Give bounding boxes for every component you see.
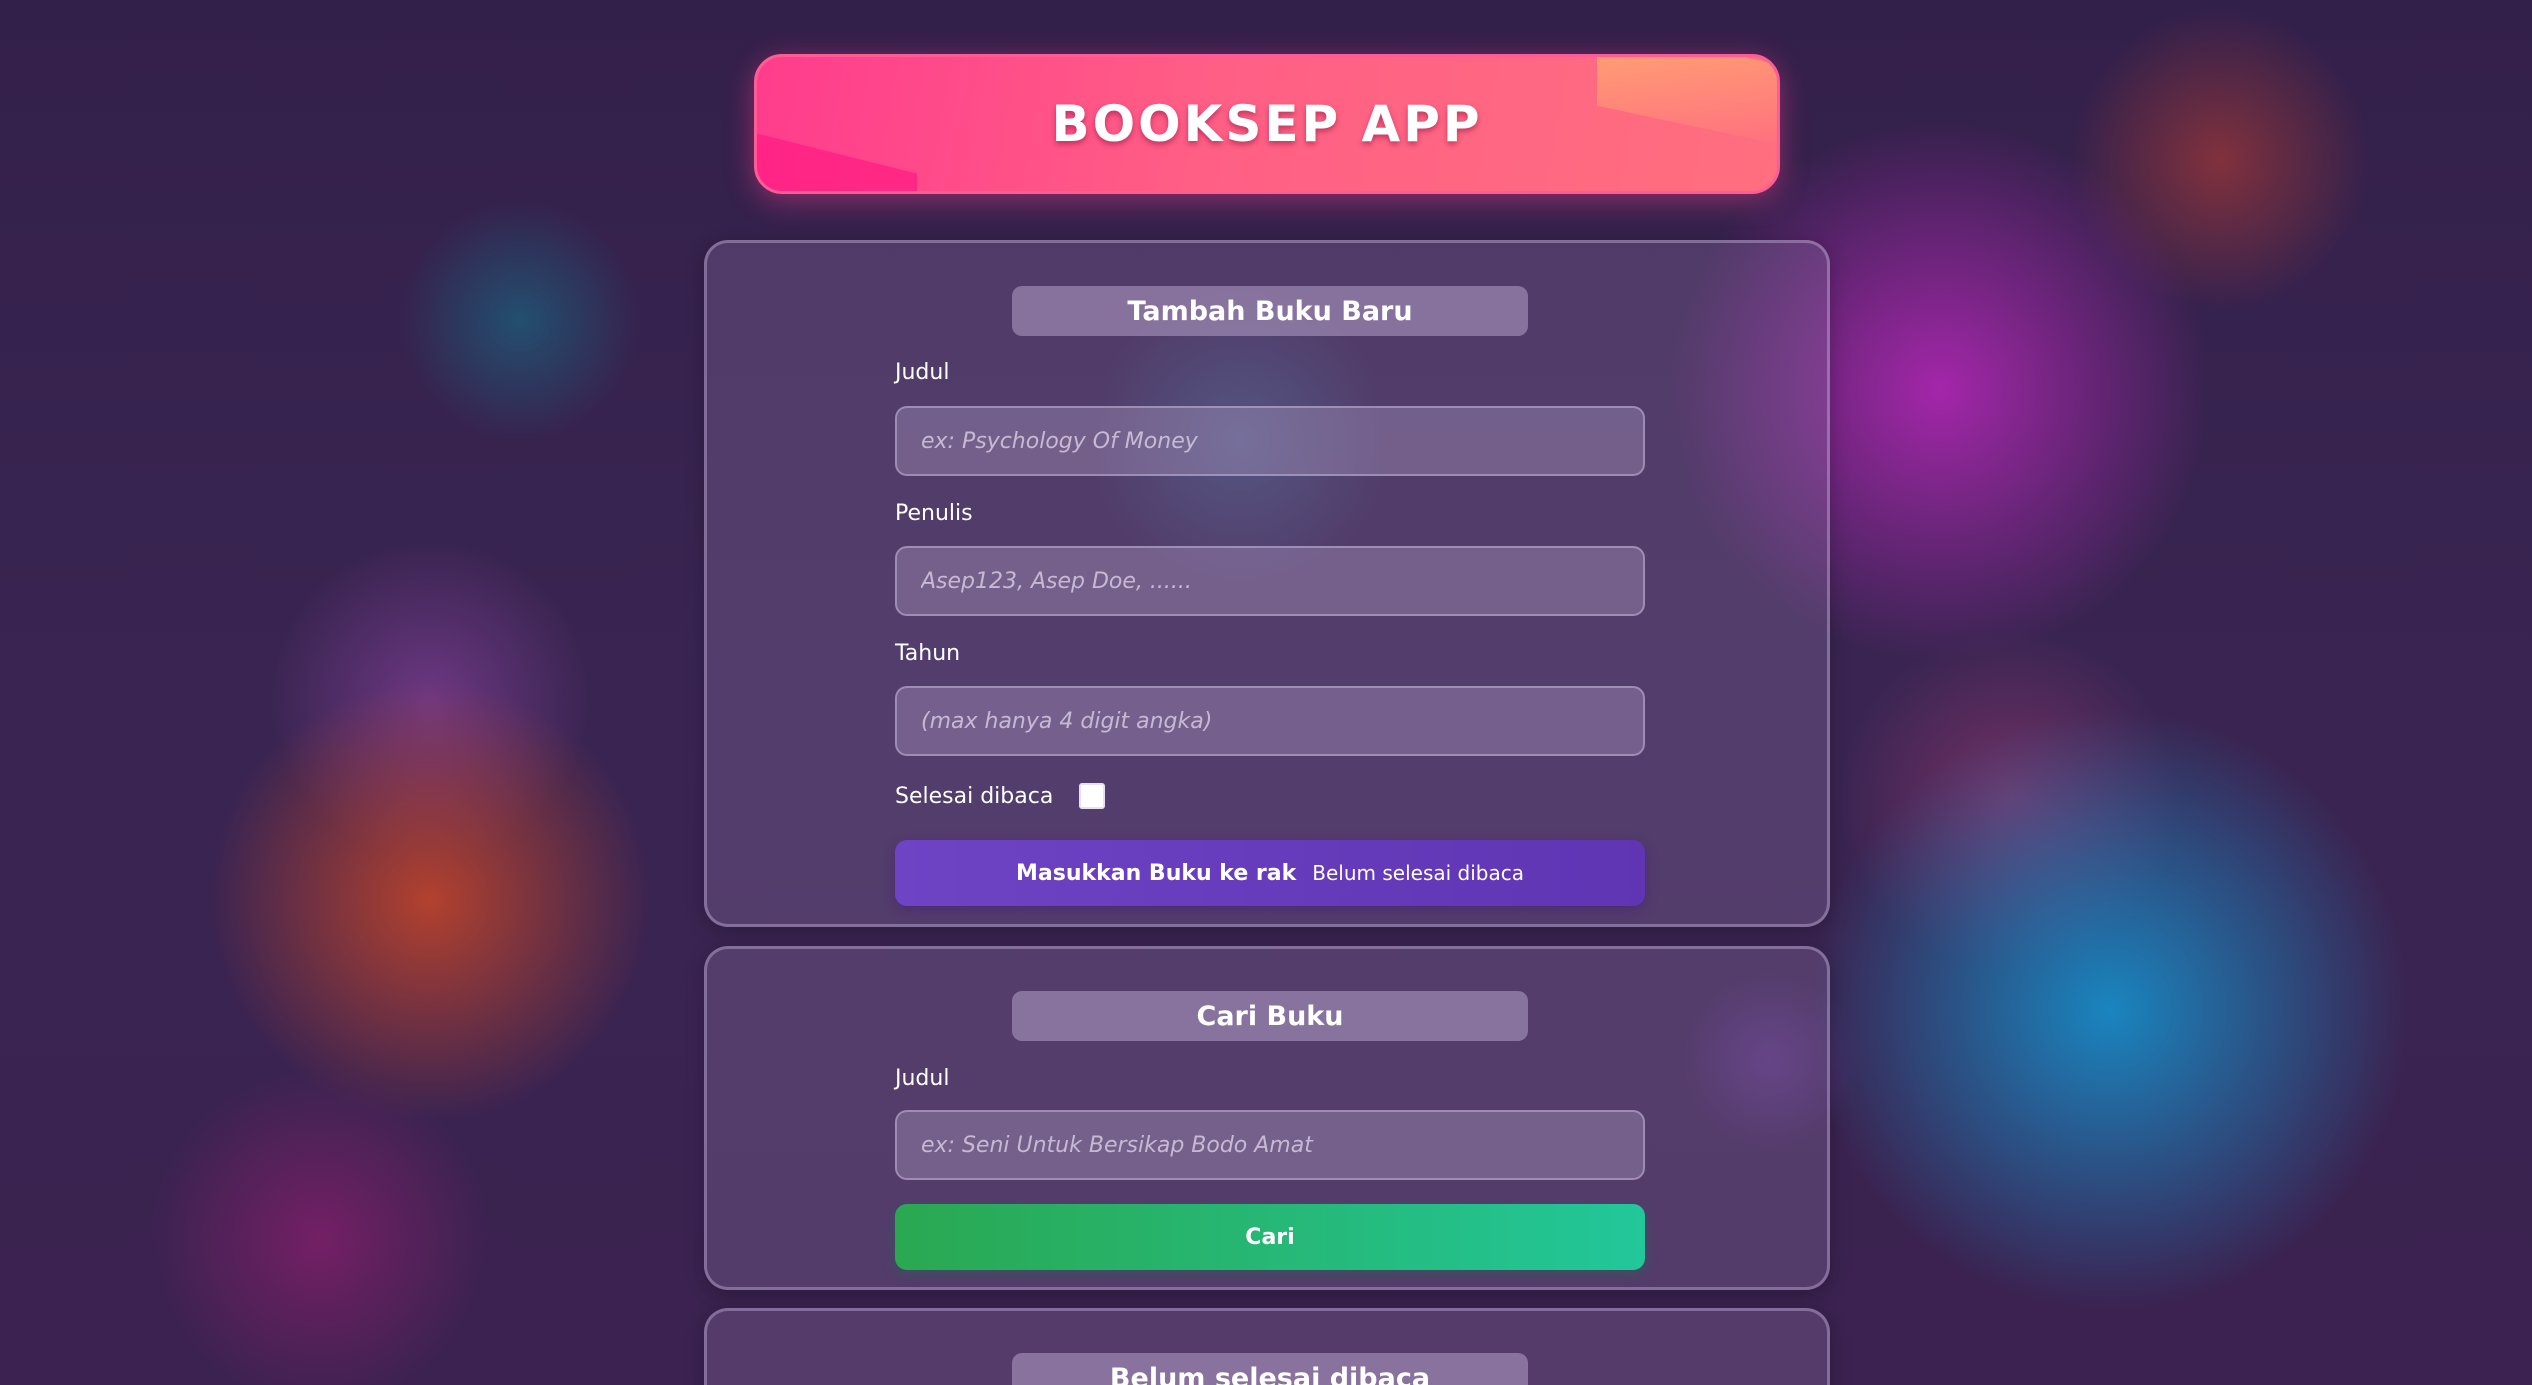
search-heading: Cari Buku	[1012, 991, 1528, 1041]
book-title-label: Judul	[895, 360, 950, 385]
book-author-input[interactable]	[895, 546, 1645, 616]
book-author-label: Penulis	[895, 501, 973, 526]
add-book-button[interactable]: Masukkan Buku ke rak Belum selesai dibac…	[895, 840, 1645, 906]
search-card: Cari Buku Judul Cari	[704, 946, 1830, 1290]
book-year-label: Tahun	[895, 641, 961, 666]
add-book-heading: Tambah Buku Baru	[1012, 286, 1528, 336]
add-book-card: Tambah Buku Baru Judul Penulis Tahun Sel…	[704, 240, 1830, 927]
app-header: BOOKSEP APP	[754, 54, 1780, 194]
search-title-label: Judul	[895, 1066, 950, 1091]
add-book-shelf-label: Belum selesai dibaca	[1312, 861, 1524, 885]
complete-row: Selesai dibaca	[895, 783, 1106, 809]
incomplete-shelf-card: Belum selesai dibaca	[704, 1308, 1830, 1385]
app-title: BOOKSEP APP	[1051, 95, 1483, 153]
complete-checkbox[interactable]	[1079, 783, 1106, 809]
search-title-input[interactable]	[895, 1110, 1645, 1180]
complete-label: Selesai dibaca	[895, 783, 1054, 809]
search-button[interactable]: Cari	[895, 1204, 1645, 1270]
book-title-input[interactable]	[895, 406, 1645, 476]
add-book-button-label: Masukkan Buku ke rak	[1016, 860, 1297, 886]
book-year-input[interactable]	[895, 686, 1645, 756]
incomplete-shelf-heading: Belum selesai dibaca	[1012, 1353, 1528, 1385]
